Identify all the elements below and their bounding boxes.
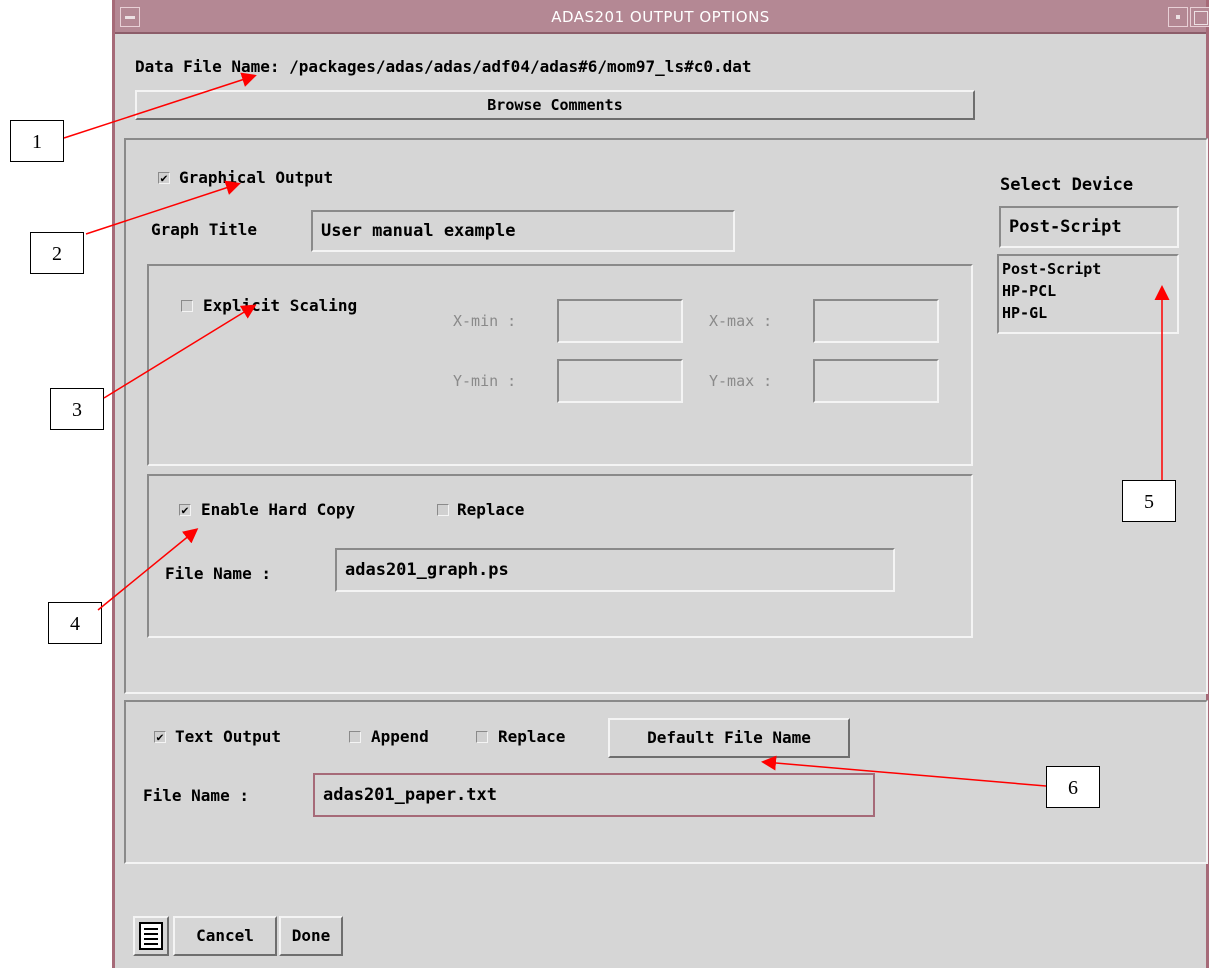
arrow-2 [85,180,241,235]
arrow-1 [63,72,257,139]
annotation-arrows [63,72,1170,787]
arrow-4 [97,528,199,611]
arrow-6 [761,755,1047,787]
arrow-3 [103,304,257,399]
